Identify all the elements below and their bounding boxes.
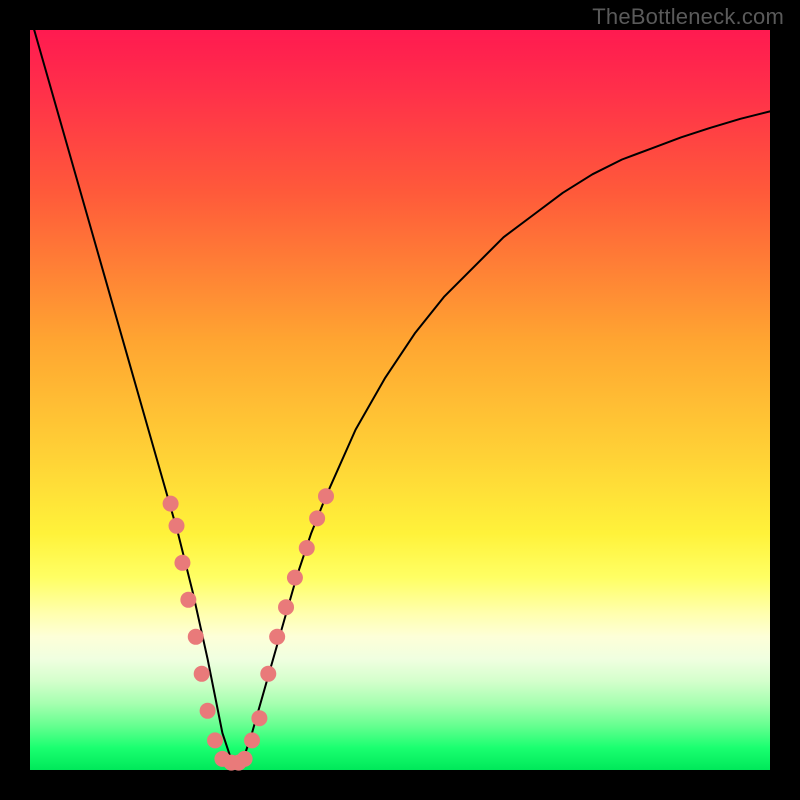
data-marker [309, 510, 325, 526]
data-marker [237, 751, 253, 767]
data-markers [163, 488, 334, 770]
data-marker [194, 666, 210, 682]
bottleneck-curve-path [30, 15, 770, 762]
data-marker [169, 518, 185, 534]
data-marker [207, 732, 223, 748]
data-marker [180, 592, 196, 608]
data-marker [318, 488, 334, 504]
watermark-text: TheBottleneck.com [592, 4, 784, 30]
data-marker [269, 629, 285, 645]
data-marker [299, 540, 315, 556]
bottleneck-curve [30, 15, 770, 762]
chart-frame: TheBottleneck.com [0, 0, 800, 800]
chart-plot-area [30, 30, 770, 770]
data-marker [278, 599, 294, 615]
data-marker [251, 710, 267, 726]
data-marker [244, 732, 260, 748]
data-marker [174, 555, 190, 571]
data-marker [260, 666, 276, 682]
data-marker [188, 629, 204, 645]
chart-svg [30, 30, 770, 770]
data-marker [163, 496, 179, 512]
data-marker [287, 570, 303, 586]
data-marker [200, 703, 216, 719]
